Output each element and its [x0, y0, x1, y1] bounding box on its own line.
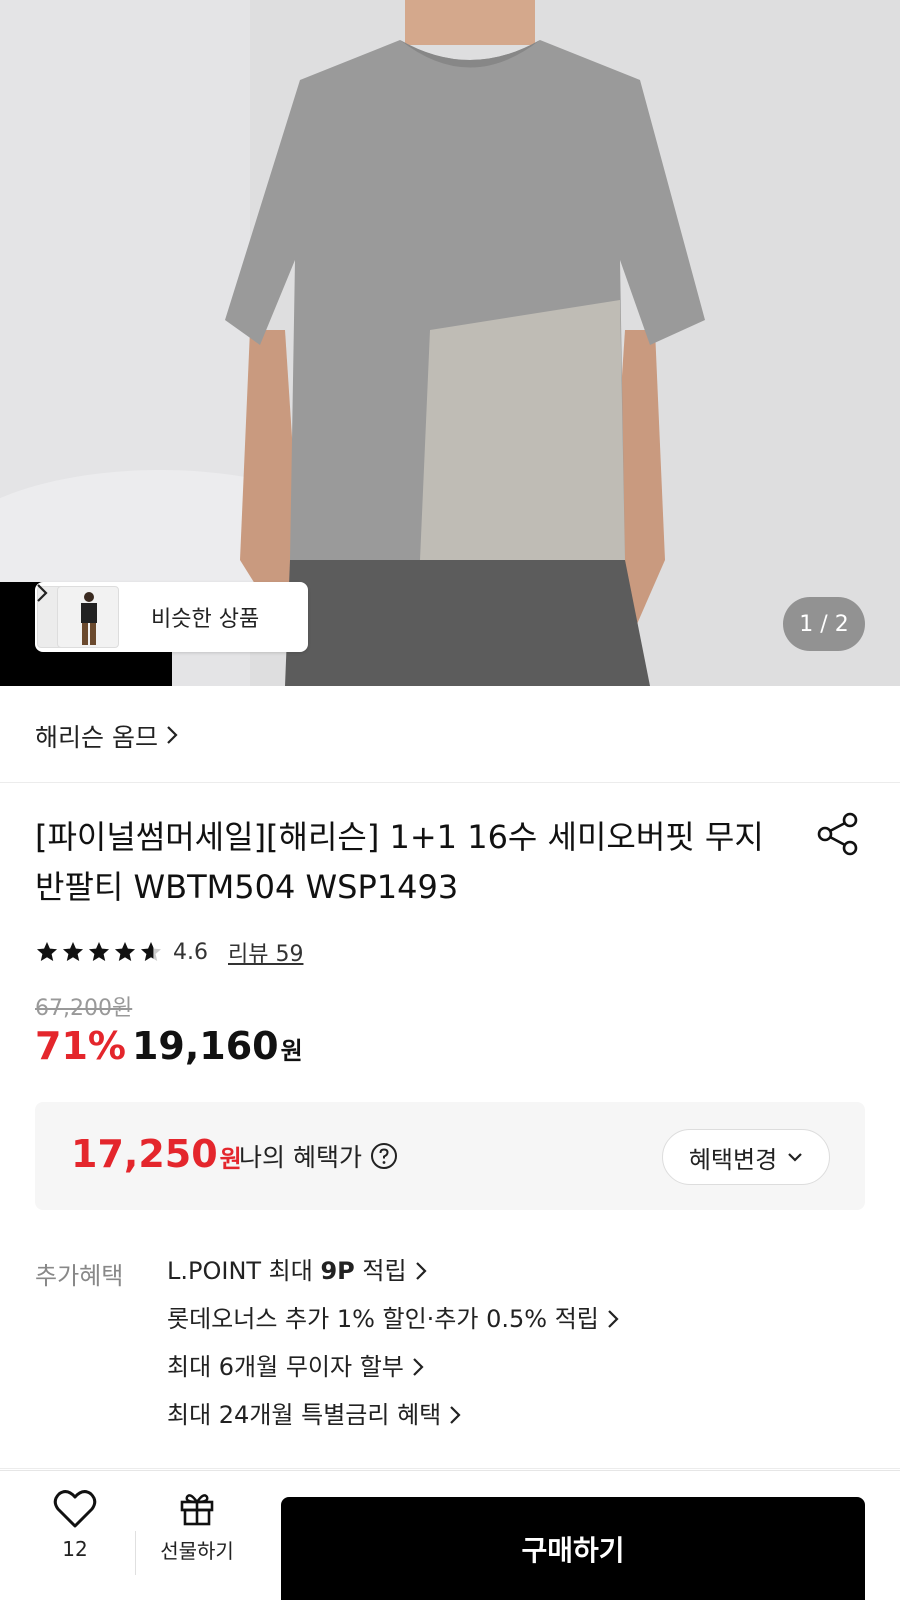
- discount-rate: 71%: [35, 1024, 126, 1068]
- extra-benefit-item[interactable]: 롯데오너스 추가 1% 할인·추가 0.5% 적립: [167, 1304, 619, 1352]
- wishlist-button[interactable]: 12: [45, 1489, 105, 1561]
- extra-benefits-list: L.POINT 최대 9P 적립롯데오너스 추가 1% 할인·추가 0.5% 적…: [167, 1256, 619, 1448]
- extra-benefits-label: 추가혜택: [35, 1262, 124, 1290]
- extra-benefit-item[interactable]: 최대 6개월 무이자 할부: [167, 1352, 619, 1400]
- wishlist-count: 12: [62, 1537, 88, 1561]
- extra-benefit-text: 롯데오너스 추가 1% 할인·추가 0.5% 적립: [167, 1304, 599, 1334]
- extra-benefit-text-part: 롯데오너스 추가 1% 할인·추가 0.5% 적립: [167, 1305, 599, 1333]
- share-icon[interactable]: [816, 812, 860, 856]
- similar-products-button[interactable]: 비슷한 상품: [35, 582, 308, 652]
- extra-benefit-emphasis: 9P: [320, 1257, 355, 1285]
- similar-products-label: 비슷한 상품: [151, 607, 260, 632]
- gift-label: 선물하기: [160, 1539, 234, 1563]
- star-icon: [37, 942, 57, 961]
- brand-link[interactable]: 해리슨 옴므: [35, 718, 178, 754]
- similar-thumb: [57, 586, 119, 648]
- extra-benefit-item[interactable]: 최대 24개월 특별금리 혜택: [167, 1400, 619, 1448]
- gift-icon: [180, 1494, 214, 1526]
- product-title: [파이널썸머세일][해리슨] 1+1 16수 세미오버핏 무지 반팔티 WBTM…: [35, 818, 764, 906]
- similar-thumbnails: [37, 582, 125, 652]
- currency-unit: 원: [280, 1037, 303, 1065]
- chevron-right-icon: [607, 1304, 619, 1336]
- star-icon: [63, 942, 83, 961]
- rating-row: 4.6 리뷰 59: [35, 936, 303, 968]
- extra-benefit-text: L.POINT 최대 9P 적립: [167, 1256, 407, 1286]
- image-page-indicator: 1 / 2: [783, 597, 865, 651]
- sale-price: 19,160: [131, 1024, 279, 1068]
- price-row: 71% 19,160 원: [35, 1024, 303, 1068]
- help-icon[interactable]: [370, 1142, 398, 1170]
- brand-name: 해리슨 옴므: [35, 723, 158, 752]
- extra-benefit-text: 최대 6개월 무이자 할부: [167, 1352, 404, 1382]
- product-image[interactable]: 비슷한 상품 1 / 2: [0, 0, 900, 686]
- chevron-right-icon: [449, 1400, 461, 1432]
- chevron-down-icon: [788, 1153, 802, 1162]
- buy-button[interactable]: 구매하기: [281, 1497, 865, 1600]
- extra-benefit-text-part: 최대 6개월 무이자 할부: [167, 1353, 404, 1381]
- chevron-right-icon: [412, 1352, 424, 1384]
- rating-stars: [35, 940, 163, 964]
- rating-value: 4.6: [173, 939, 208, 965]
- benefit-label: 나의 혜택가: [239, 1143, 362, 1172]
- change-benefit-button[interactable]: 혜택변경: [662, 1129, 830, 1185]
- star-icon: [89, 942, 109, 961]
- extra-benefit-text-part: 적립: [354, 1257, 407, 1285]
- bottom-action-bar: 12 선물하기 구매하기: [0, 1470, 900, 1600]
- extra-benefit-text-part: 최대 24개월 특별금리 혜택: [167, 1401, 442, 1429]
- chevron-right-icon: [415, 1256, 427, 1288]
- chevron-right-icon: [166, 722, 178, 751]
- star-icon: [115, 942, 135, 961]
- extra-benefit-text-part: L.POINT 최대: [167, 1257, 321, 1285]
- gift-button[interactable]: 선물하기: [150, 1489, 244, 1564]
- original-price: 67,200원: [35, 996, 133, 1021]
- benefit-amount: 17,250: [71, 1132, 218, 1176]
- extra-benefit-text: 최대 24개월 특별금리 혜택: [167, 1400, 441, 1430]
- change-benefit-label: 혜택변경: [688, 1145, 778, 1174]
- divider: [0, 782, 900, 783]
- heart-icon: [53, 1490, 97, 1528]
- separator: [135, 1531, 136, 1575]
- extra-benefit-item[interactable]: L.POINT 최대 9P 적립: [167, 1256, 619, 1304]
- benefit-label-group[interactable]: 나의 혜택가: [239, 1138, 398, 1174]
- benefit-box: 17,250 원 나의 혜택가 혜택변경: [35, 1102, 865, 1210]
- divider: [0, 1468, 900, 1469]
- star-icon: [141, 942, 161, 961]
- benefit-price: 17,250 원: [71, 1132, 242, 1176]
- review-link[interactable]: 리뷰 59: [228, 936, 303, 968]
- similar-thumb-figure: [81, 592, 97, 645]
